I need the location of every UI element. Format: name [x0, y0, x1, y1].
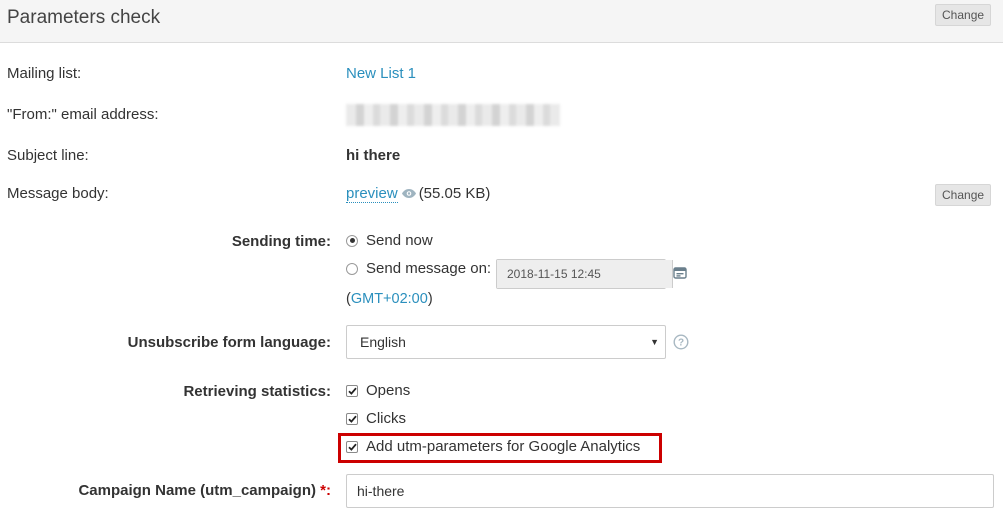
clicks-checkbox[interactable]: [346, 412, 358, 425]
page-title: Parameters check: [7, 7, 161, 28]
calendar-icon: [673, 266, 687, 283]
send-now-radio[interactable]: [346, 234, 358, 247]
change-button-body[interactable]: Change: [935, 184, 992, 206]
change-button-header[interactable]: Change: [935, 4, 992, 26]
eye-icon[interactable]: [401, 186, 417, 203]
send-now-option[interactable]: Send now: [346, 232, 433, 249]
timezone-link[interactable]: GMT+02:00: [351, 291, 428, 307]
clicks-option[interactable]: Clicks: [346, 410, 406, 427]
subject-value: hi there: [346, 147, 401, 164]
campaign-name-label: Campaign Name (utm_campaign) *:: [0, 482, 331, 499]
message-body-label: Message body:: [7, 185, 109, 202]
required-mark: *:: [320, 482, 331, 499]
datetime-picker[interactable]: [496, 259, 687, 289]
calendar-button[interactable]: [672, 260, 687, 288]
opens-option[interactable]: Opens: [346, 382, 410, 399]
send-on-option[interactable]: Send message on:: [346, 260, 491, 277]
unsubscribe-language-select[interactable]: English ▼: [346, 325, 666, 359]
message-body-value: preview (55.05 KB): [346, 185, 490, 203]
preview-link[interactable]: preview: [346, 185, 398, 203]
send-on-radio[interactable]: [346, 262, 358, 275]
send-on-label: Send message on:: [366, 260, 492, 277]
mailing-list-link[interactable]: New List 1: [346, 65, 416, 82]
unsubscribe-language-label: Unsubscribe form language:: [127, 334, 331, 351]
clicks-label: Clicks: [366, 410, 406, 427]
help-icon[interactable]: ?: [673, 334, 689, 354]
red-highlight-box: [338, 433, 662, 463]
opens-checkbox[interactable]: [346, 384, 358, 397]
campaign-name-text: Campaign Name (utm_campaign): [78, 482, 316, 499]
timezone-note: (GMT+02:00): [346, 291, 433, 307]
opens-label: Opens: [366, 382, 411, 399]
svg-text:?: ?: [678, 338, 684, 349]
unsubscribe-language-value: English: [360, 334, 406, 350]
from-email-redacted: [346, 104, 560, 126]
send-now-label: Send now: [366, 232, 433, 249]
tz-close-paren: ): [427, 291, 433, 307]
mailing-list-label: Mailing list:: [7, 65, 82, 82]
dropdown-arrow-icon: ▼: [650, 337, 659, 347]
statistics-label: Retrieving statistics:: [183, 383, 331, 400]
datetime-input[interactable]: [497, 260, 672, 288]
from-email-label: "From:" email address:: [7, 106, 159, 123]
subject-label: Subject line:: [7, 147, 89, 164]
sending-time-label: Sending time:: [231, 233, 331, 250]
campaign-name-input[interactable]: hi-there: [346, 474, 994, 508]
page-header: Parameters check Change: [0, 0, 1003, 43]
message-size: (55.05 KB): [418, 185, 491, 202]
